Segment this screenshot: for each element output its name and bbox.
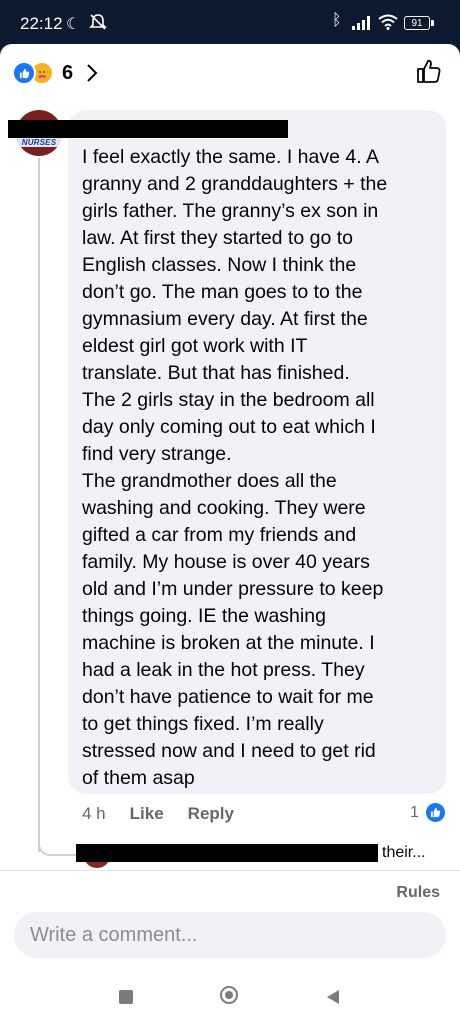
thread-connector bbox=[38, 834, 76, 856]
comments-sheet: 6 NURSES I feel exactly the same. I have… bbox=[0, 44, 460, 1024]
reactions-summary[interactable]: 6 bbox=[12, 60, 99, 86]
back-icon[interactable] bbox=[326, 989, 340, 1005]
bluetooth-icon: ᛒ bbox=[332, 12, 342, 29]
comment-input[interactable]: Write a comment... bbox=[14, 912, 446, 958]
divider bbox=[0, 870, 460, 871]
avatar-badge: NURSES bbox=[16, 138, 62, 147]
status-bar: 22:12 ☾ ᛒ 91 bbox=[0, 0, 460, 46]
muted-bell-icon bbox=[89, 14, 107, 30]
home-icon[interactable] bbox=[220, 986, 238, 1004]
reply-button[interactable]: Reply bbox=[188, 804, 234, 824]
comment-reaction-count: 1 bbox=[410, 804, 419, 821]
like-reaction-icon[interactable] bbox=[426, 803, 445, 822]
like-reaction-icon bbox=[12, 61, 36, 85]
do-not-disturb-icon: ☾ bbox=[66, 16, 81, 33]
comment-timestamp: 4 h bbox=[82, 804, 106, 823]
reply-snippet[interactable]: their... bbox=[382, 844, 426, 862]
system-nav-bar bbox=[0, 970, 460, 1024]
comment-text: I feel exactly the same. I have 4. A gra… bbox=[82, 146, 388, 789]
chevron-right-icon bbox=[87, 64, 98, 82]
like-button[interactable]: Like bbox=[130, 804, 164, 824]
comment-actions: 4 h Like Reply bbox=[82, 802, 234, 826]
thread-line bbox=[38, 158, 40, 852]
wifi-icon bbox=[378, 14, 398, 30]
redacted-commenter-name bbox=[8, 120, 288, 138]
signal-icon bbox=[352, 16, 370, 30]
battery-icon: 91 bbox=[404, 16, 434, 30]
battery-level: 91 bbox=[411, 18, 423, 29]
reaction-count: 6 bbox=[62, 61, 74, 84]
redacted-reply-text bbox=[76, 844, 378, 862]
status-time: 22:12 bbox=[20, 14, 63, 33]
rules-link[interactable]: Rules bbox=[396, 884, 440, 902]
recents-icon[interactable] bbox=[119, 990, 133, 1004]
like-thumb-icon[interactable] bbox=[416, 58, 442, 84]
